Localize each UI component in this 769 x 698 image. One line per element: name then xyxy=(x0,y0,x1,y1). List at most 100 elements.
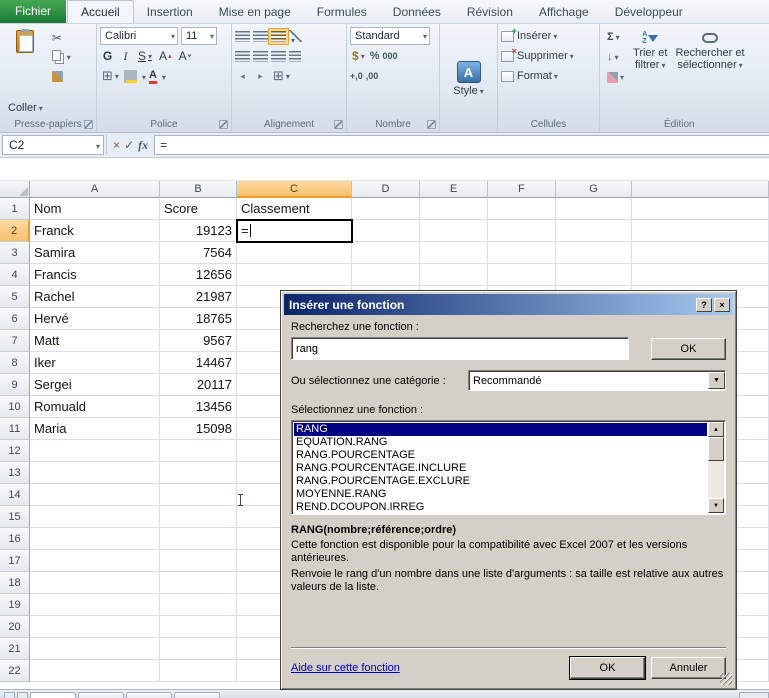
help-link[interactable]: Aide sur cette fonction xyxy=(291,662,400,674)
paste-button[interactable]: Coller xyxy=(2,26,49,116)
format-cells-button[interactable]: Format xyxy=(500,66,597,86)
sheet-tab[interactable] xyxy=(78,692,124,698)
select-all-corner[interactable] xyxy=(0,181,30,198)
bold-button[interactable]: G xyxy=(100,48,115,64)
row-header-4[interactable]: 4 xyxy=(0,264,30,286)
cell-b3[interactable]: 7564 xyxy=(160,242,237,264)
cell-b2[interactable]: 19123 xyxy=(160,220,237,242)
cell-a15[interactable] xyxy=(30,506,160,528)
cell-a8[interactable]: Iker xyxy=(30,352,160,374)
cell-b10[interactable]: 13456 xyxy=(160,396,237,418)
chevron-down-icon[interactable] xyxy=(169,30,175,42)
cell-f4[interactable] xyxy=(488,264,556,286)
cut-button[interactable] xyxy=(49,29,74,47)
cell-g1[interactable] xyxy=(556,198,632,220)
function-list-item[interactable]: RANG.POURCENTAGE.INCLURE xyxy=(294,462,707,475)
increase-indent-icon[interactable] xyxy=(253,68,268,84)
align-bottom-icon[interactable] xyxy=(271,30,286,42)
row-header-1[interactable]: 1 xyxy=(0,198,30,220)
row-header-15[interactable]: 15 xyxy=(0,506,30,528)
column-header-g[interactable]: G xyxy=(556,181,632,198)
function-list-item[interactable]: RANG xyxy=(294,423,707,436)
cell-a10[interactable]: Romuald xyxy=(30,396,160,418)
horizontal-scrollbar[interactable] xyxy=(739,692,769,698)
increase-decimal-button[interactable]: +,0 xyxy=(350,71,363,81)
font-dialog-launcher-icon[interactable] xyxy=(219,120,228,129)
confirm-entry-button[interactable]: ✓ xyxy=(124,138,134,152)
cell-a14[interactable] xyxy=(30,484,160,506)
ribbon-tab-révision[interactable]: Révision xyxy=(454,1,526,23)
function-list-item[interactable]: RANG.POURCENTAGE xyxy=(294,449,707,462)
name-box-dropdown-icon[interactable] xyxy=(96,138,103,152)
cell-a6[interactable]: Hervé xyxy=(30,308,160,330)
ribbon-tab-accueil[interactable]: Accueil xyxy=(67,0,134,23)
cell-b14[interactable] xyxy=(160,484,237,506)
scrollbar-thumb[interactable] xyxy=(708,437,724,461)
row-header-6[interactable]: 6 xyxy=(0,308,30,330)
row-header-22[interactable]: 22 xyxy=(0,660,30,682)
column-header-b[interactable]: B xyxy=(160,181,237,198)
wrap-text-icon[interactable] xyxy=(289,50,301,62)
function-search-input[interactable] xyxy=(291,337,629,360)
font-color-button[interactable]: A xyxy=(148,69,157,84)
scroll-up-icon[interactable] xyxy=(708,422,724,437)
row-header-3[interactable]: 3 xyxy=(0,242,30,264)
cell-a7[interactable]: Matt xyxy=(30,330,160,352)
column-header-d[interactable]: D xyxy=(352,181,420,198)
delete-cells-button[interactable]: × Supprimer xyxy=(500,46,597,66)
font-size-combo[interactable]: 11 xyxy=(181,27,217,45)
cell-b5[interactable]: 21987 xyxy=(160,286,237,308)
cell-g3[interactable] xyxy=(556,242,632,264)
accounting-format-button[interactable] xyxy=(350,48,367,64)
cell-c2[interactable]: = xyxy=(236,219,353,243)
name-box[interactable]: C2 xyxy=(2,135,104,155)
number-format-combo[interactable]: Standard xyxy=(350,27,430,45)
row-header-7[interactable]: 7 xyxy=(0,330,30,352)
cell-e1[interactable] xyxy=(420,198,488,220)
row-header-9[interactable]: 9 xyxy=(0,374,30,396)
function-list-item[interactable]: MOYENNE.RANG xyxy=(294,488,707,501)
row-header-5[interactable]: 5 xyxy=(0,286,30,308)
decrease-decimal-button[interactable]: ,00 xyxy=(366,71,379,81)
cell-b7[interactable]: 9567 xyxy=(160,330,237,352)
row-header-20[interactable]: 20 xyxy=(0,616,30,638)
style-button[interactable]: A Style xyxy=(442,26,495,132)
cell-b11[interactable]: 15098 xyxy=(160,418,237,440)
cell-a11[interactable]: Maria xyxy=(30,418,160,440)
number-dialog-launcher-icon[interactable] xyxy=(427,120,436,129)
borders-button[interactable] xyxy=(100,68,121,84)
cell-b15[interactable] xyxy=(160,506,237,528)
grow-font-button[interactable]: A xyxy=(157,48,174,64)
row-header-14[interactable]: 14 xyxy=(0,484,30,506)
dialog-help-button[interactable]: ? xyxy=(696,297,712,312)
cell-a3[interactable]: Samira xyxy=(30,242,160,264)
cell-a5[interactable]: Rachel xyxy=(30,286,160,308)
cell-f3[interactable] xyxy=(488,242,556,264)
function-list-item[interactable]: RANG.POURCENTAGE.EXCLURE xyxy=(294,475,707,488)
merge-center-button[interactable] xyxy=(271,68,292,84)
find-select-button[interactable]: Rechercher et sélectionner xyxy=(671,26,748,116)
cell-b13[interactable] xyxy=(160,462,237,484)
row-header-12[interactable]: 12 xyxy=(0,440,30,462)
align-right-icon[interactable] xyxy=(271,50,286,62)
cell-a2[interactable]: Franck xyxy=(30,220,160,242)
cell-d3[interactable] xyxy=(352,242,420,264)
cell-a20[interactable] xyxy=(30,616,160,638)
clipboard-dialog-launcher-icon[interactable] xyxy=(84,120,93,129)
column-header-a[interactable]: A xyxy=(30,181,160,198)
row-header-18[interactable]: 18 xyxy=(0,572,30,594)
cell-a21[interactable] xyxy=(30,638,160,660)
cell-a18[interactable] xyxy=(30,572,160,594)
cell-b20[interactable] xyxy=(160,616,237,638)
function-list-item[interactable]: EQUATION.RANG xyxy=(294,436,707,449)
scroll-down-icon[interactable] xyxy=(708,498,724,513)
cell-a4[interactable]: Francis xyxy=(30,264,160,286)
cell-c1[interactable]: Classement xyxy=(237,198,352,220)
align-center-icon[interactable] xyxy=(253,50,268,62)
sheet-nav-right-button[interactable] xyxy=(17,692,28,698)
shrink-font-button[interactable]: A xyxy=(177,48,194,64)
cell-b9[interactable]: 20117 xyxy=(160,374,237,396)
function-list-scrollbar[interactable] xyxy=(708,422,724,513)
row-header-10[interactable]: 10 xyxy=(0,396,30,418)
row-header-8[interactable]: 8 xyxy=(0,352,30,374)
